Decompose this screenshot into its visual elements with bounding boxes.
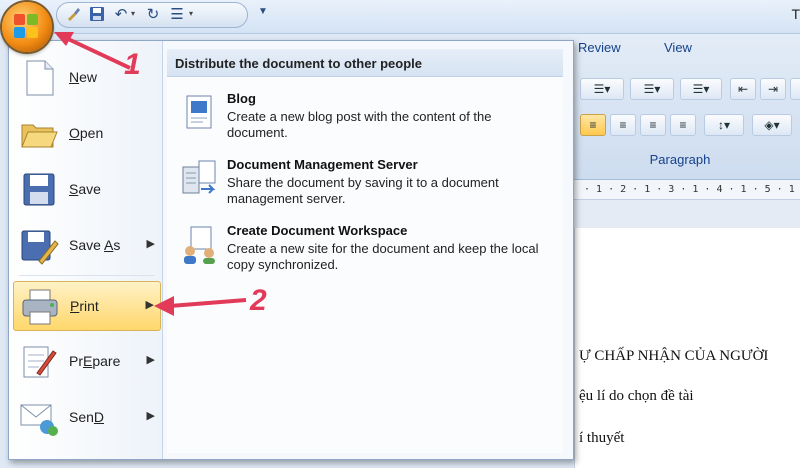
customize-toolbar-icon[interactable]: ▼	[258, 6, 268, 17]
tab-view[interactable]: View	[664, 40, 692, 55]
menu-item-label-prefix: Save	[69, 237, 105, 253]
decrease-indent-icon[interactable]: ⇤	[730, 78, 756, 100]
submenu-arrow-icon: ▶	[146, 410, 155, 422]
menu-item-label-prefix: Sen	[69, 409, 94, 425]
align-right-icon[interactable]: ≡	[640, 114, 666, 136]
paragraph-group-label: Paragraph	[649, 152, 711, 167]
option-title: Blog	[227, 91, 256, 106]
tab-review[interactable]: Review	[578, 40, 621, 55]
menu-item-label: ave	[78, 181, 101, 197]
menu-item-accel: S	[69, 181, 79, 197]
redo-icon[interactable]: ↻	[143, 6, 163, 24]
office-menu: New Open Save Save As ▶ Print ▶ PrEpare …	[8, 40, 574, 460]
option-title: Create Document Workspace	[227, 223, 408, 238]
undo-icon[interactable]: ↶	[111, 6, 131, 24]
document-area: Ự CHẤP NHẬN CỦA NGƯỜI ệu lí do chọn đề t…	[560, 200, 800, 468]
annotation-step-2: 2	[250, 284, 267, 317]
shading-icon[interactable]: ◈▾	[752, 114, 792, 136]
submenu-arrow-icon: ▶	[146, 238, 155, 250]
panel-heading: Distribute the document to other people	[167, 49, 563, 77]
align-left-icon[interactable]: ≡	[580, 114, 606, 136]
menu-item-prepare[interactable]: PrEpare ▶	[13, 337, 161, 387]
menu-item-open[interactable]: Open	[13, 109, 161, 159]
workspace-icon	[181, 225, 219, 265]
menu-item-accel: O	[69, 125, 80, 141]
align-center-icon[interactable]: ≡	[610, 114, 636, 136]
menu-item-label: pare	[92, 353, 121, 369]
publish-option-create-document-workspace[interactable]: Create Document Workspace Create a new s…	[173, 223, 557, 287]
open-folder-icon	[19, 115, 59, 153]
line-spacing-icon[interactable]: ↕▾	[704, 114, 744, 136]
publish-option-document-management-server[interactable]: Document Management Server Share the doc…	[173, 157, 557, 221]
ruler: · 1 · 2 · 1 · 3 · 1 · 4 · 1 · 5 · 1	[560, 180, 800, 200]
numbering-icon[interactable]: ☰▾	[630, 78, 674, 100]
ribbon: Review View ☰▾ ☰▾ ☰▾ ⇤ ⇥ ↕ ≡ ≡ ≡ ≡ ↕▾ ◈▾…	[560, 34, 800, 180]
office-logo-icon	[14, 14, 40, 40]
submenu-arrow-icon: ▶	[146, 354, 155, 366]
office-menu-commands: New Open Save Save As ▶ Print ▶ PrEpare …	[9, 41, 163, 459]
undo-dropdown-icon[interactable]: ▾	[131, 9, 135, 18]
save-icon[interactable]	[87, 6, 107, 24]
option-description: Create a new site for the document and k…	[227, 241, 539, 272]
brush-icon[interactable]	[63, 6, 83, 24]
save-as-icon	[19, 227, 59, 265]
menu-item-accel: A	[104, 237, 114, 253]
menu-item-send[interactable]: SenD ▶	[13, 393, 161, 443]
menu-item-save[interactable]: Save	[13, 165, 161, 215]
menu-item-label: s	[113, 237, 121, 253]
prepare-icon	[19, 343, 59, 381]
document-line: í thuyết	[579, 430, 625, 446]
format-icon[interactable]: ☰	[167, 6, 187, 24]
document-line: ệu lí do chọn đề tài	[579, 388, 694, 404]
menu-separator	[19, 275, 155, 276]
publish-option-blog[interactable]: Blog Create a new blog post with the con…	[173, 91, 557, 155]
format-dropdown-icon[interactable]: ▾	[189, 9, 193, 18]
send-icon	[19, 399, 59, 437]
document-page[interactable]: Ự CHẤP NHẬN CỦA NGƯỜI ệu lí do chọn đề t…	[574, 228, 800, 468]
menu-item-label: rint	[79, 298, 99, 314]
menu-item-accel: E	[83, 353, 93, 369]
document-line: Ự CHẤP NHẬN CỦA NGƯỜI	[579, 348, 769, 364]
increase-indent-icon[interactable]: ⇥	[760, 78, 786, 100]
printer-icon	[20, 288, 60, 326]
annotation-step-1: 1	[124, 48, 141, 81]
justify-icon[interactable]: ≡	[670, 114, 696, 136]
sort-icon[interactable]: ↕	[790, 78, 800, 100]
publish-panel: Distribute the document to other people …	[167, 49, 563, 453]
option-title: Document Management Server	[227, 157, 418, 172]
save-icon	[19, 171, 59, 209]
server-icon	[181, 159, 219, 199]
window-title: T	[791, 6, 800, 22]
menu-item-print[interactable]: Print ▶	[13, 281, 161, 331]
menu-item-label: pen	[79, 125, 104, 141]
annotation-arrow-2	[154, 296, 247, 316]
option-description: Create a new blog post with the content …	[227, 109, 492, 140]
blog-icon	[181, 93, 219, 133]
menu-item-accel: P	[70, 298, 80, 314]
annotation-arrow-1	[54, 32, 131, 70]
menu-item-label-prefix: Pr	[69, 353, 83, 369]
menu-item-accel: D	[93, 409, 105, 425]
multilevel-list-icon[interactable]: ☰▾	[680, 78, 722, 100]
option-description: Share the document by saving it to a doc…	[227, 175, 499, 206]
menu-item-save-as[interactable]: Save As ▶	[13, 221, 161, 271]
bullets-icon[interactable]: ☰▾	[580, 78, 624, 100]
